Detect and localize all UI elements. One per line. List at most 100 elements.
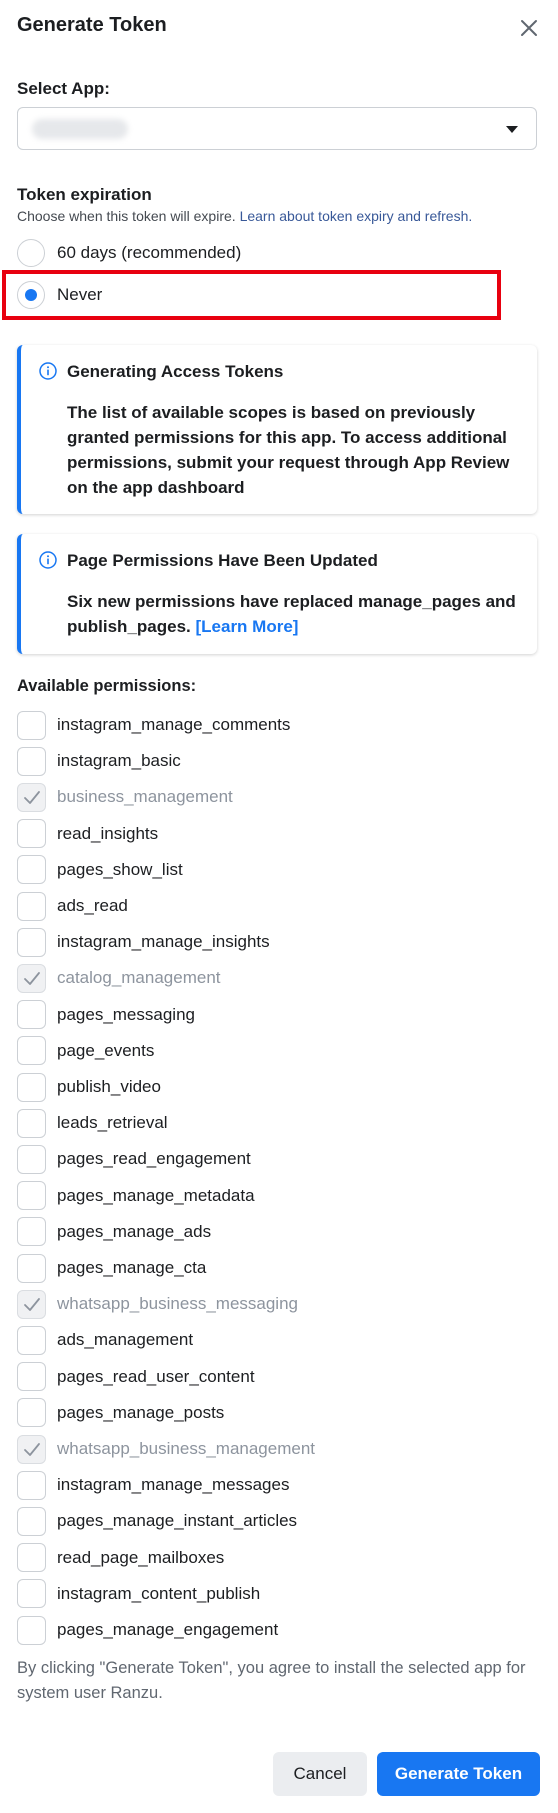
learn-more-link[interactable]: [Learn More]: [195, 617, 298, 636]
notice-body: Six new permissions have replaced manage…: [67, 592, 516, 636]
permission-checkbox[interactable]: [17, 1543, 46, 1573]
permission-label: leads_retrieval: [57, 1113, 168, 1133]
permission-row[interactable]: instagram_manage_messages: [17, 1469, 289, 1501]
permission-checkbox: [17, 1289, 46, 1319]
permission-label: read_insights: [57, 823, 159, 843]
permission-checkbox[interactable]: [17, 1615, 46, 1645]
permission-row[interactable]: page_events: [17, 1035, 154, 1067]
permission-row[interactable]: pages_manage_instant_articles: [17, 1505, 297, 1537]
generate-token-button[interactable]: Generate Token: [377, 1752, 540, 1796]
permission-row[interactable]: pages_show_list: [17, 854, 183, 886]
radio-never[interactable]: [17, 281, 45, 309]
permission-checkbox[interactable]: [17, 1470, 46, 1500]
permission-row[interactable]: leads_retrieval: [17, 1107, 168, 1139]
permission-label: pages_manage_metadata: [57, 1185, 255, 1205]
permission-row[interactable]: pages_read_user_content: [17, 1361, 255, 1393]
cancel-button[interactable]: Cancel: [273, 1752, 367, 1796]
radio-label-60-days: 60 days (recommended): [57, 243, 242, 262]
permission-checkbox[interactable]: [17, 1000, 46, 1030]
permission-row[interactable]: read_insights: [17, 818, 158, 850]
permission-label: instagram_manage_comments: [57, 715, 291, 734]
permission-checkbox[interactable]: [17, 1144, 46, 1174]
permission-row[interactable]: ads_management: [17, 1324, 193, 1356]
permission-checkbox[interactable]: [17, 1036, 46, 1066]
permission-row[interactable]: read_page_mailboxes: [17, 1542, 224, 1574]
permission-row[interactable]: ads_read: [17, 890, 128, 922]
checkmark-icon: [24, 1442, 40, 1456]
redacted-app-name: [32, 119, 128, 139]
permission-row[interactable]: pages_manage_posts: [17, 1397, 224, 1429]
permission-label: page_events: [57, 1040, 155, 1060]
permission-row[interactable]: instagram_content_publish: [17, 1578, 260, 1610]
generate-token-dialog: Generate Token Select App: Token expirat…: [0, 0, 558, 1813]
notice-page-permissions-updated: Page Permissions Have Been Updated Six n…: [17, 534, 537, 654]
permission-checkbox[interactable]: [17, 891, 46, 921]
checkmark-icon: [24, 790, 40, 804]
token-expiry-link[interactable]: Learn about token expiry and refresh.: [240, 208, 473, 224]
notice-body: The list of available scopes is based on…: [67, 403, 510, 497]
permission-label: whatsapp_business_messaging: [57, 1294, 298, 1314]
token-expiration-label: Token expiration: [17, 185, 152, 204]
app-select[interactable]: [17, 107, 537, 150]
permission-checkbox[interactable]: [17, 927, 46, 957]
permission-row: catalog_management: [17, 962, 221, 994]
permission-label: pages_read_user_content: [57, 1366, 255, 1386]
permission-label: read_page_mailboxes: [57, 1547, 225, 1567]
permission-checkbox[interactable]: [17, 1253, 46, 1283]
permission-checkbox[interactable]: [17, 746, 46, 776]
permission-checkbox[interactable]: [17, 1072, 46, 1102]
permission-checkbox[interactable]: [17, 1181, 46, 1211]
permission-label: business_management: [57, 787, 233, 807]
permission-row: business_management: [17, 781, 233, 813]
permission-label: instagram_manage_messages: [57, 1475, 290, 1495]
permission-checkbox[interactable]: [17, 819, 46, 849]
permission-row[interactable]: pages_read_engagement: [17, 1143, 251, 1175]
permission-checkbox[interactable]: [17, 1108, 46, 1138]
permission-label: whatsapp_business_management: [57, 1439, 316, 1458]
close-icon[interactable]: [517, 16, 541, 40]
permission-label: ads_management: [57, 1330, 194, 1350]
permission-label: pages_manage_ads: [57, 1221, 212, 1241]
permission-label: instagram_content_publish: [57, 1583, 261, 1603]
permission-label: catalog_management: [57, 968, 221, 988]
permission-label: publish_video: [57, 1077, 161, 1096]
permission-checkbox[interactable]: [17, 1579, 46, 1609]
permission-checkbox[interactable]: [17, 1398, 46, 1428]
permission-row[interactable]: pages_manage_metadata: [17, 1180, 255, 1212]
expiration-option-never[interactable]: Never: [17, 279, 102, 311]
permission-checkbox[interactable]: [17, 1506, 46, 1536]
permission-label: instagram_manage_insights: [57, 932, 270, 952]
permission-label: pages_messaging: [57, 1004, 195, 1024]
radio-label-never: Never: [57, 285, 103, 304]
permission-label: pages_manage_engagement: [57, 1620, 279, 1639]
radio-60-days[interactable]: [17, 239, 45, 267]
consent-text: By clicking "Generate Token", you agree …: [17, 1659, 526, 1702]
permission-label: pages_read_engagement: [57, 1149, 251, 1169]
permission-checkbox[interactable]: [17, 1217, 46, 1247]
checkmark-icon: [24, 1297, 40, 1311]
notice-title: Page Permissions Have Been Updated: [67, 551, 378, 570]
permission-row[interactable]: pages_manage_engagement: [17, 1614, 278, 1646]
chevron-down-icon: [506, 126, 518, 133]
expiration-option-60-days[interactable]: 60 days (recommended): [17, 237, 241, 269]
info-icon: [39, 551, 57, 569]
permission-checkbox: [17, 782, 46, 812]
permission-row[interactable]: pages_manage_ads: [17, 1216, 211, 1248]
permission-checkbox[interactable]: [17, 855, 46, 885]
permission-checkbox[interactable]: [17, 1362, 46, 1392]
permission-row[interactable]: pages_manage_cta: [17, 1252, 206, 1284]
permission-row[interactable]: instagram_basic: [17, 745, 181, 777]
permission-row[interactable]: instagram_manage_insights: [17, 926, 270, 958]
select-app-label: Select App:: [17, 79, 110, 98]
permission-label: pages_manage_instant_articles: [57, 1511, 298, 1531]
permission-row[interactable]: instagram_manage_comments: [17, 709, 290, 741]
permission-row[interactable]: pages_messaging: [17, 999, 195, 1031]
permission-checkbox[interactable]: [17, 710, 46, 740]
permission-row[interactable]: publish_video: [17, 1071, 161, 1103]
token-expiration-description: Choose when this token will expire. Lear…: [17, 208, 473, 224]
available-permissions-label: Available permissions:: [17, 677, 197, 695]
permission-checkbox[interactable]: [17, 1325, 46, 1355]
permission-label: pages_show_list: [57, 859, 183, 879]
info-icon: [39, 362, 57, 380]
permission-checkbox: [17, 963, 46, 993]
